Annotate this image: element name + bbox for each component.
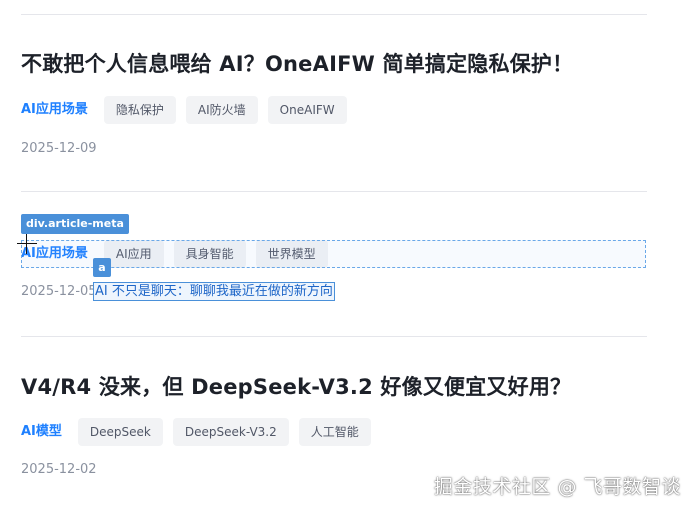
- inspector-link-badge: a: [93, 258, 111, 277]
- article-date: 2025-12-09: [21, 141, 97, 156]
- tag[interactable]: AI应用: [103, 240, 164, 268]
- tag[interactable]: OneAIFW: [267, 96, 347, 124]
- article-date: 2025-12-02: [21, 462, 97, 477]
- category-link[interactable]: AI应用场景: [21, 96, 88, 124]
- article-list-page: 不敢把个人信息喂给 AI？OneAIFW 简单搞定隐私保护！ AI应用场景 隐私…: [0, 0, 695, 513]
- divider: [21, 14, 647, 15]
- inspector-element-label: div.article-meta: [21, 214, 129, 234]
- article-meta: AI模型 DeepSeek DeepSeek-V3.2 人工智能: [21, 418, 381, 446]
- article-title[interactable]: 不敢把个人信息喂给 AI？OneAIFW 简单搞定隐私保护！: [21, 50, 573, 78]
- divider: [21, 191, 647, 192]
- crosshair-cursor-icon: [17, 234, 37, 254]
- article-meta: AI应用场景 隐私保护 AI防火墙 OneAIFW: [21, 96, 357, 124]
- category-link[interactable]: AI模型: [21, 418, 62, 446]
- tag[interactable]: DeepSeek-V3.2: [172, 418, 289, 446]
- tag[interactable]: DeepSeek: [77, 418, 163, 446]
- tag[interactable]: 世界模型: [255, 240, 328, 268]
- tag[interactable]: 隐私保护: [103, 96, 176, 124]
- divider: [21, 336, 647, 337]
- article-title[interactable]: V4/R4 没来，但 DeepSeek-V3.2 好像又便宜又好用？: [21, 373, 571, 401]
- article-meta: AI应用场景 AI应用 具身智能 世界模型: [21, 240, 338, 268]
- article-date: 2025-12-05: [21, 284, 97, 299]
- watermark: 掘金技术社区 @ 飞哥数智谈: [433, 476, 681, 498]
- article-title-link[interactable]: AI 不只是聊天：聊聊我最近在做的新方向: [93, 282, 335, 301]
- tag[interactable]: 人工智能: [298, 418, 371, 446]
- tag[interactable]: 具身智能: [173, 240, 246, 268]
- tag[interactable]: AI防火墙: [185, 96, 258, 124]
